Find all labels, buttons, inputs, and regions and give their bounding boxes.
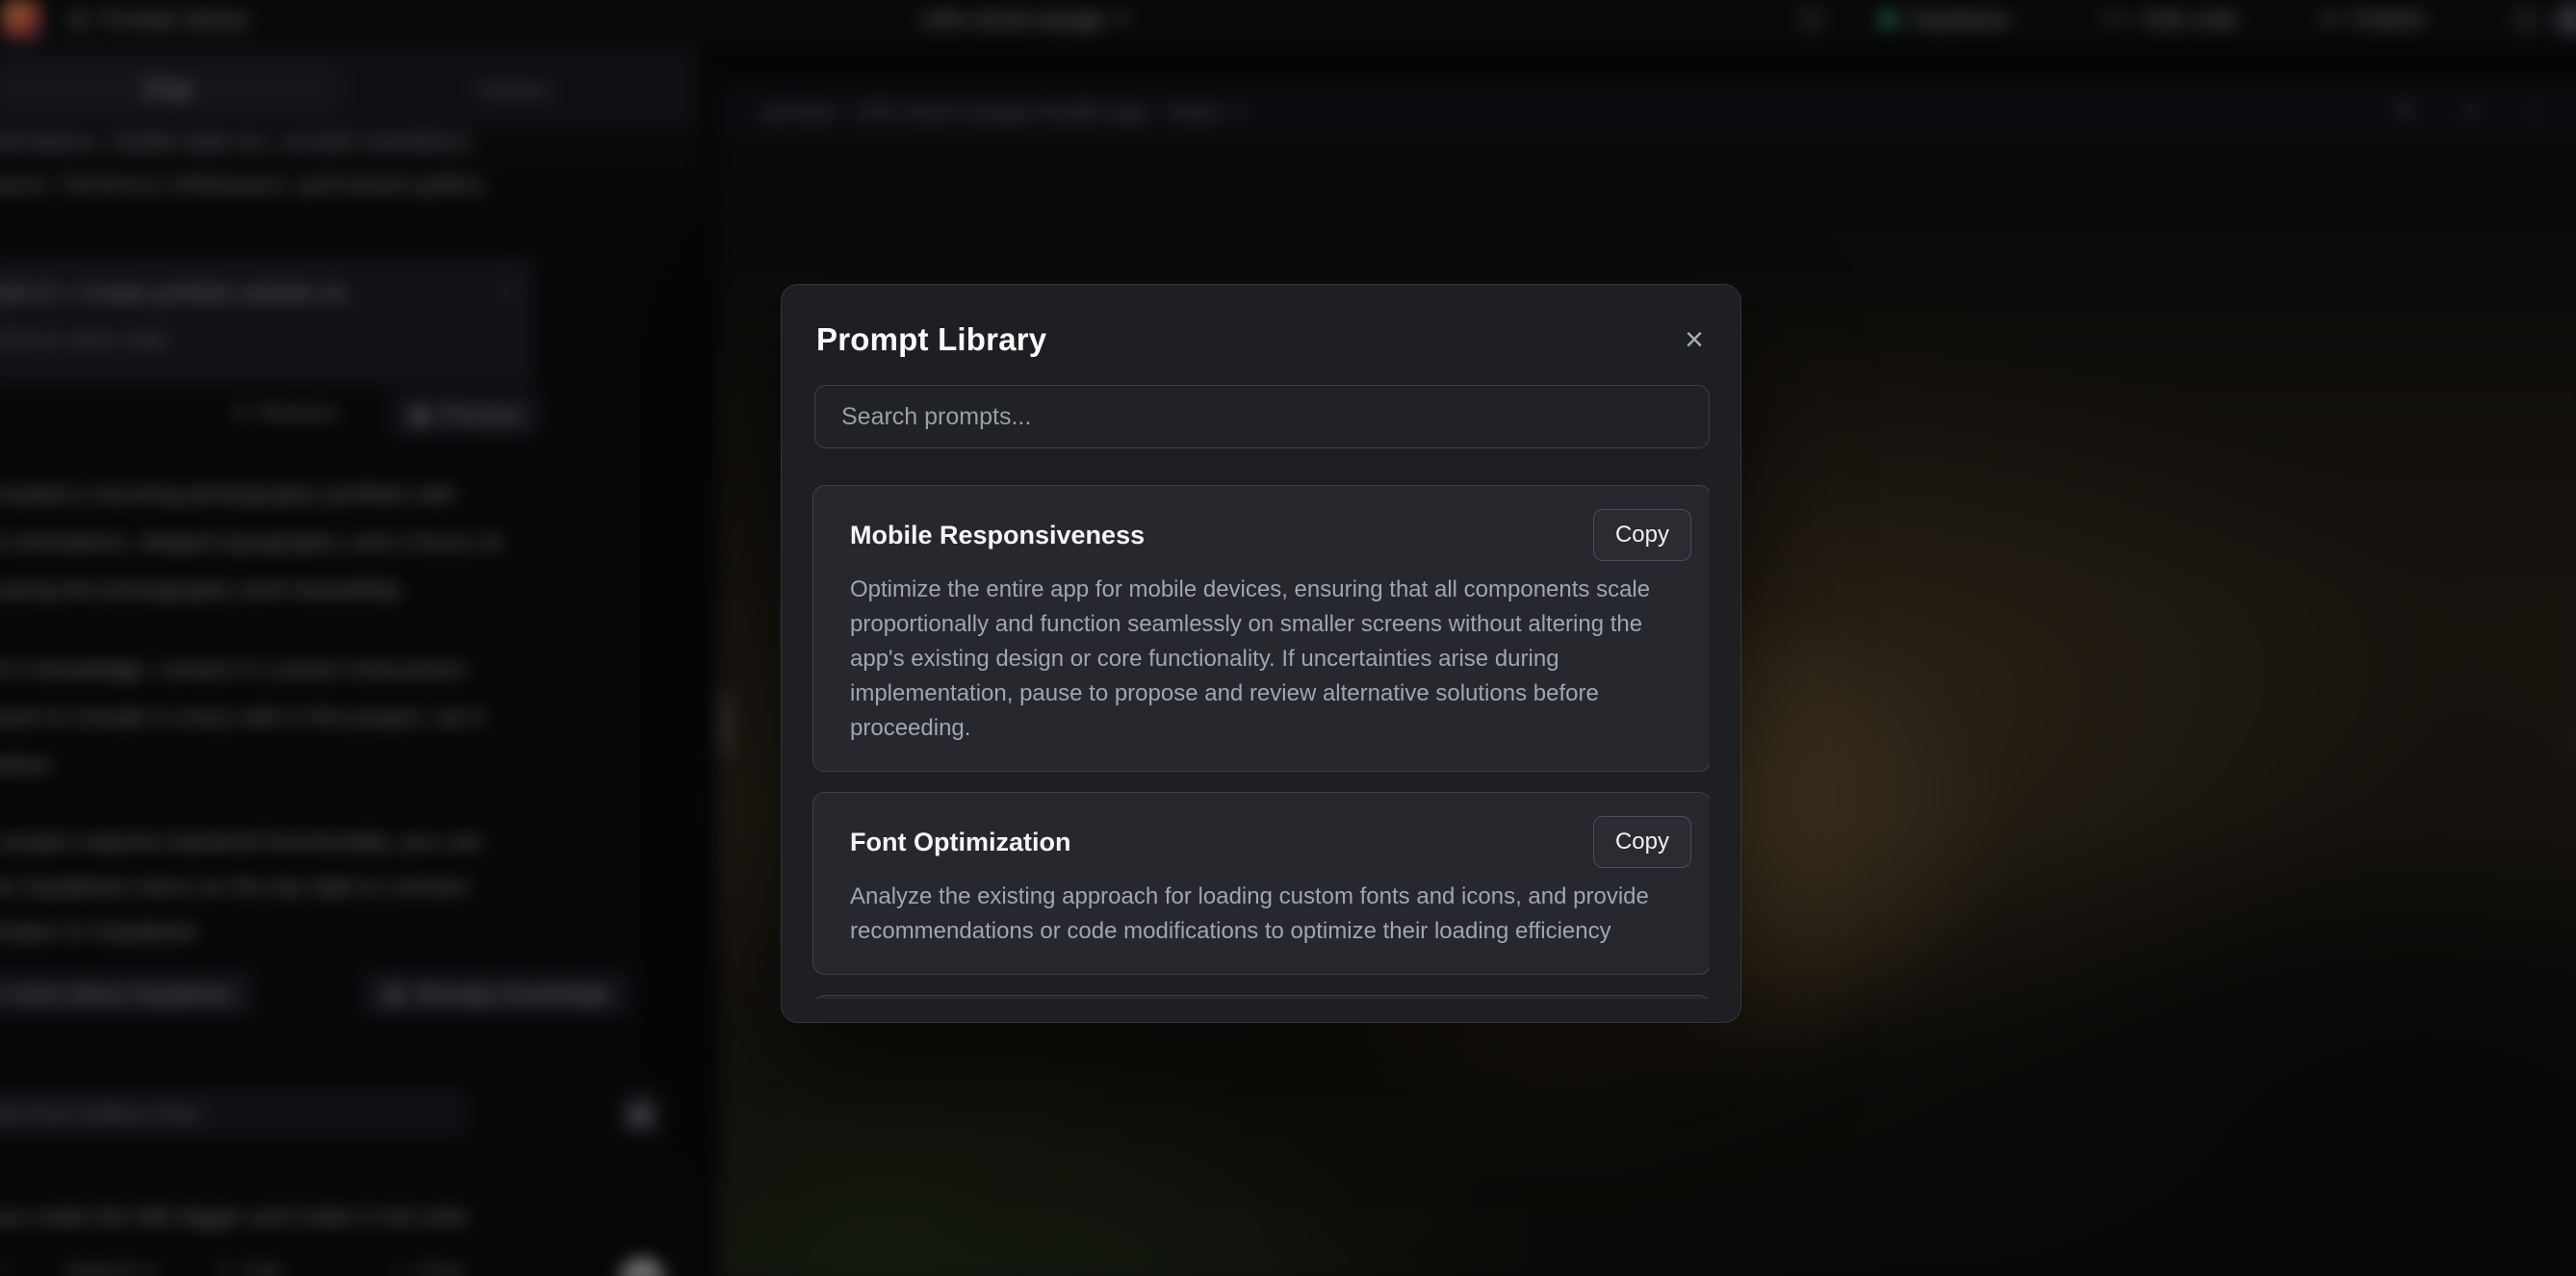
prompt-title: Font Optimization <box>850 816 1070 857</box>
copy-button[interactable]: Copy <box>1593 509 1691 561</box>
prompt-card[interactable]: Mobile Responsiveness Copy Optimize the … <box>812 485 1710 772</box>
copy-button[interactable]: Copy <box>1593 816 1691 868</box>
search-input[interactable] <box>814 385 1710 448</box>
dialog-title: Prompt Library <box>816 321 1046 358</box>
prompt-list: Mobile Responsiveness Copy Optimize the … <box>812 485 1710 999</box>
prompt-card-partial[interactable] <box>812 995 1710 999</box>
dialog-header: Prompt Library × <box>782 285 1740 381</box>
prompt-description: Analyze the existing approach for loadin… <box>850 880 1691 949</box>
close-icon[interactable]: × <box>1685 323 1704 356</box>
prompt-description: Optimize the entire app for mobile devic… <box>850 573 1691 746</box>
prompt-title: Mobile Responsiveness <box>850 509 1145 550</box>
app-screen: ▤ Prompt Library orfix-cloud-voyage ▾ Su… <box>0 0 2576 1276</box>
prompt-library-dialog: Prompt Library × Mobile Responsiveness C… <box>781 284 1741 1023</box>
prompt-card[interactable]: Font Optimization Copy Analyze the exist… <box>812 792 1710 975</box>
